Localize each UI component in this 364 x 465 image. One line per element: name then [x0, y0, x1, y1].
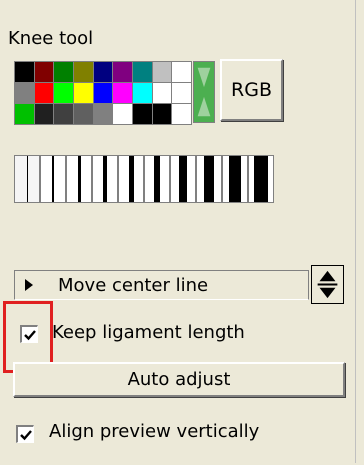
mode-play-icon[interactable]: [14, 270, 42, 300]
color-swatch[interactable]: [73, 83, 93, 103]
color-swatch[interactable]: [93, 62, 113, 82]
line-width-option[interactable]: [118, 155, 144, 203]
line-width-option[interactable]: [40, 155, 66, 203]
selected-color-swatch[interactable]: [193, 61, 215, 123]
color-swatch[interactable]: [172, 83, 191, 103]
line-width-option[interactable]: [170, 155, 196, 203]
color-swatch[interactable]: [15, 83, 34, 103]
color-swatch[interactable]: [34, 83, 54, 103]
color-swatch[interactable]: [73, 104, 93, 124]
color-swatch[interactable]: [152, 62, 172, 82]
panel-title: Knee tool: [8, 28, 94, 49]
color-swatch[interactable]: [34, 104, 54, 124]
color-swatch[interactable]: [132, 83, 152, 103]
color-swatch[interactable]: [113, 104, 132, 124]
mode-spin-button[interactable]: [311, 265, 344, 304]
mode-dropdown[interactable]: Move center line: [42, 270, 309, 300]
color-swatch[interactable]: [93, 104, 113, 124]
color-swatch[interactable]: [73, 62, 93, 82]
color-swatch[interactable]: [54, 83, 73, 103]
align-preview-vertically-checkbox[interactable]: [16, 425, 34, 443]
keep-ligament-length-label: Keep ligament length: [52, 322, 245, 343]
color-swatch[interactable]: [54, 104, 73, 124]
line-width-option[interactable]: [14, 155, 40, 203]
line-sample: [26, 156, 28, 202]
line-width-option[interactable]: [66, 155, 92, 203]
color-swatch[interactable]: [172, 62, 191, 82]
line-width-selector: [14, 155, 274, 203]
rgb-button[interactable]: RGB: [220, 59, 283, 121]
color-swatch[interactable]: [54, 62, 73, 82]
auto-adjust-button[interactable]: Auto adjust: [13, 362, 345, 397]
line-sample: [77, 156, 81, 202]
color-spin-arrows-icon: [197, 67, 211, 117]
color-swatch[interactable]: [113, 62, 132, 82]
line-sample: [179, 156, 187, 202]
line-sample: [204, 156, 214, 202]
line-sample: [52, 156, 54, 202]
color-swatch[interactable]: [132, 62, 152, 82]
color-palette: [14, 61, 192, 125]
up-down-arrows-icon: [317, 270, 338, 299]
line-width-option[interactable]: [196, 155, 222, 203]
color-swatch[interactable]: [132, 104, 152, 124]
line-sample: [128, 156, 134, 202]
color-swatch[interactable]: [152, 83, 172, 103]
color-swatch[interactable]: [15, 62, 34, 82]
line-width-option[interactable]: [92, 155, 118, 203]
color-swatch[interactable]: [34, 62, 54, 82]
line-sample: [154, 156, 160, 202]
line-width-option[interactable]: [248, 155, 274, 203]
line-sample: [229, 156, 241, 202]
line-width-option[interactable]: [144, 155, 170, 203]
line-sample: [254, 156, 268, 202]
line-width-option[interactable]: [222, 155, 248, 203]
color-swatch[interactable]: [93, 83, 113, 103]
color-swatch[interactable]: [152, 104, 172, 124]
align-preview-vertically-label: Align preview vertically: [49, 421, 260, 442]
color-swatch[interactable]: [15, 104, 34, 124]
checkmark-icon: [19, 429, 32, 440]
line-sample: [103, 156, 107, 202]
color-swatch[interactable]: [113, 83, 132, 103]
color-swatch[interactable]: [172, 104, 191, 124]
